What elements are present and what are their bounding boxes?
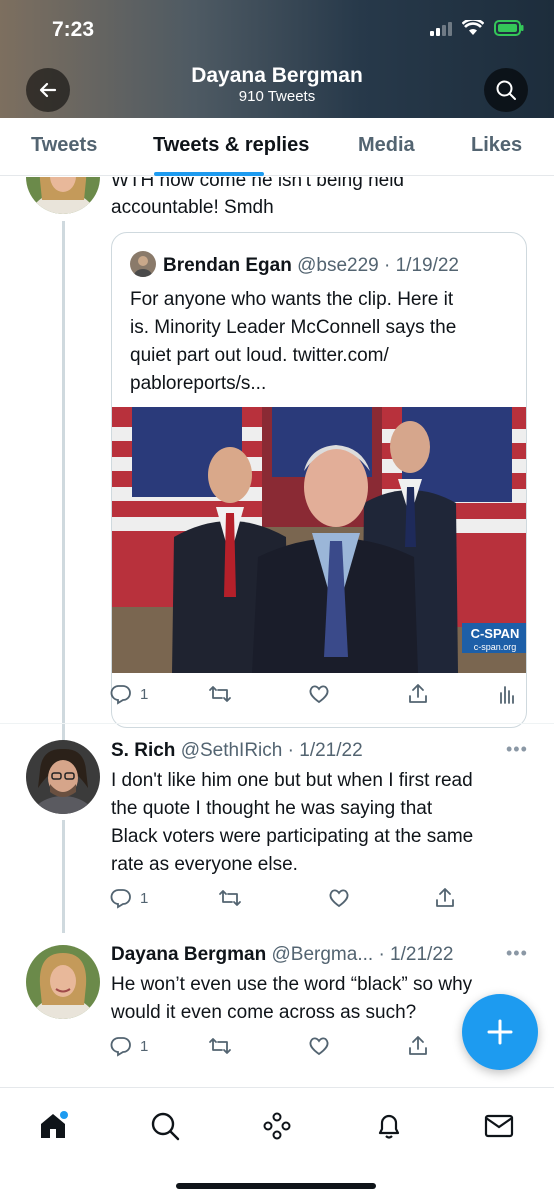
nav-messages[interactable] bbox=[479, 1106, 519, 1146]
timeline[interactable]: WTH how come he isn't being held account… bbox=[0, 177, 554, 1087]
author-handle: @SethIRich bbox=[180, 740, 283, 761]
video-thumbnail[interactable]: C-SPAN c-span.org bbox=[112, 407, 526, 673]
tweet-text-line: rate as everyone else. bbox=[111, 854, 298, 875]
retweet-icon bbox=[219, 890, 241, 906]
search-button[interactable] bbox=[484, 68, 528, 112]
tab-likes[interactable]: Likes bbox=[471, 134, 522, 157]
reply-button[interactable]: 1 bbox=[110, 1035, 148, 1057]
heart-icon bbox=[309, 1037, 329, 1056]
reply-icon bbox=[110, 889, 131, 909]
avatar[interactable] bbox=[26, 177, 100, 214]
retweet-button[interactable] bbox=[208, 683, 232, 705]
tweet-text-line: accountable! Smdh bbox=[111, 197, 274, 218]
signal-icon bbox=[430, 20, 452, 36]
tweet-text-line: Black voters were participating at the s… bbox=[111, 826, 474, 847]
share-button[interactable] bbox=[407, 1035, 429, 1057]
tweet-text-line: the quote I thought he was saying that bbox=[111, 798, 433, 819]
cspan-watermark: C-SPAN bbox=[471, 626, 520, 641]
plus-icon bbox=[487, 1019, 513, 1045]
nav-home[interactable] bbox=[33, 1106, 73, 1146]
quote-text-line: is. Minority Leader McConnell says the bbox=[130, 317, 457, 338]
tweet-actions: 1 bbox=[110, 1035, 470, 1063]
divider bbox=[0, 723, 554, 724]
author-name[interactable]: S. Rich bbox=[111, 740, 175, 761]
retweet-button[interactable] bbox=[218, 887, 242, 909]
avatar[interactable] bbox=[26, 945, 100, 1019]
wifi-icon bbox=[462, 20, 484, 35]
quote-text-line: quiet part out loud. twitter.com/ bbox=[130, 345, 389, 366]
profile-header: 7:23 Dayana Bergman 910 Tweets bbox=[0, 0, 554, 118]
search-icon bbox=[496, 80, 516, 100]
more-options-button[interactable]: ••• bbox=[506, 943, 528, 964]
status-time: 7:23 bbox=[52, 18, 95, 41]
mail-icon bbox=[484, 1114, 514, 1138]
tab-tweets[interactable]: Tweets bbox=[31, 134, 97, 157]
reply-icon bbox=[110, 685, 131, 705]
share-icon bbox=[436, 888, 454, 907]
tweet-text-line: would it even come across as such? bbox=[111, 1002, 417, 1023]
avatar[interactable] bbox=[26, 740, 100, 814]
reply-count: 1 bbox=[140, 889, 149, 907]
share-button[interactable] bbox=[434, 887, 456, 909]
tab-media[interactable]: Media bbox=[358, 134, 415, 157]
nav-notifications[interactable] bbox=[369, 1106, 409, 1146]
profile-name: Dayana Bergman bbox=[191, 64, 363, 87]
share-icon bbox=[409, 684, 427, 703]
reply-count: 1 bbox=[140, 1037, 149, 1055]
spaces-icon bbox=[263, 1112, 291, 1140]
tweet-date: · 1/21/22 bbox=[378, 944, 454, 965]
author-handle: @Bergma... bbox=[271, 944, 374, 965]
author-name[interactable]: Dayana Bergman bbox=[111, 944, 266, 965]
quote-text-line: pabloreports/s... bbox=[130, 373, 267, 394]
quote-handle: @bse229 bbox=[297, 255, 379, 276]
analytics-icon bbox=[500, 686, 514, 704]
tweet-meta: S. Rich @SethIRich · 1/21/22 bbox=[111, 740, 363, 762]
tweet-text-line: He won’t even use the word “black” so wh… bbox=[111, 974, 473, 995]
tweet-count: 910 Tweets bbox=[238, 88, 316, 105]
heart-icon bbox=[309, 685, 329, 704]
tweet-date: · 1/21/22 bbox=[287, 740, 363, 761]
reply-button[interactable]: 1 bbox=[110, 887, 148, 909]
tweet-actions: 1 bbox=[110, 887, 470, 915]
retweet-button[interactable] bbox=[208, 1035, 232, 1057]
status-icons bbox=[430, 20, 524, 36]
retweet-icon bbox=[209, 1038, 231, 1054]
active-tab-indicator bbox=[154, 172, 264, 176]
tab-tweets-replies[interactable]: Tweets & replies bbox=[153, 134, 309, 157]
bell-icon bbox=[378, 1114, 400, 1139]
like-button[interactable] bbox=[328, 887, 350, 909]
share-icon bbox=[409, 1036, 427, 1055]
tweet-actions: 1 bbox=[110, 683, 530, 711]
thread-line bbox=[62, 820, 65, 933]
quote-tweet[interactable]: Brendan Egan @bse229 · 1/19/22 For anyon… bbox=[111, 232, 527, 728]
cspan-watermark-sub: c-span.org bbox=[474, 642, 517, 652]
search-icon bbox=[151, 1112, 180, 1141]
like-button[interactable] bbox=[308, 1035, 330, 1057]
quote-author-name: Brendan Egan bbox=[163, 255, 292, 276]
battery-icon bbox=[494, 20, 524, 36]
more-options-button[interactable]: ••• bbox=[506, 739, 528, 760]
quote-text-line: For anyone who wants the clip. Here it bbox=[130, 289, 454, 310]
reply-count: 1 bbox=[140, 685, 149, 703]
like-button[interactable] bbox=[308, 683, 330, 705]
home-indicator bbox=[176, 1183, 376, 1189]
reply-icon bbox=[110, 1037, 131, 1057]
analytics-button[interactable] bbox=[496, 683, 518, 705]
reply-button[interactable]: 1 bbox=[110, 683, 148, 705]
tweet-text-line: I don't like him one but but when I firs… bbox=[111, 770, 473, 791]
quote-meta: Brendan Egan @bse229 · 1/19/22 bbox=[163, 255, 459, 277]
compose-tweet-button[interactable] bbox=[462, 994, 538, 1070]
tweet-text-line: WTH how come he isn't being held bbox=[111, 177, 404, 191]
tweet-meta: Dayana Bergman @Bergma... · 1/21/22 bbox=[111, 944, 453, 966]
nav-spaces[interactable] bbox=[257, 1106, 297, 1146]
quote-date: · 1/19/22 bbox=[384, 255, 459, 276]
thread-line bbox=[62, 221, 65, 741]
home-icon bbox=[41, 1111, 68, 1138]
retweet-icon bbox=[209, 686, 231, 702]
nav-search[interactable] bbox=[145, 1106, 185, 1146]
quote-avatar bbox=[130, 251, 156, 277]
heart-icon bbox=[329, 889, 349, 908]
profile-tabs: Tweets Tweets & replies Media Likes bbox=[0, 118, 554, 176]
share-button[interactable] bbox=[407, 683, 429, 705]
